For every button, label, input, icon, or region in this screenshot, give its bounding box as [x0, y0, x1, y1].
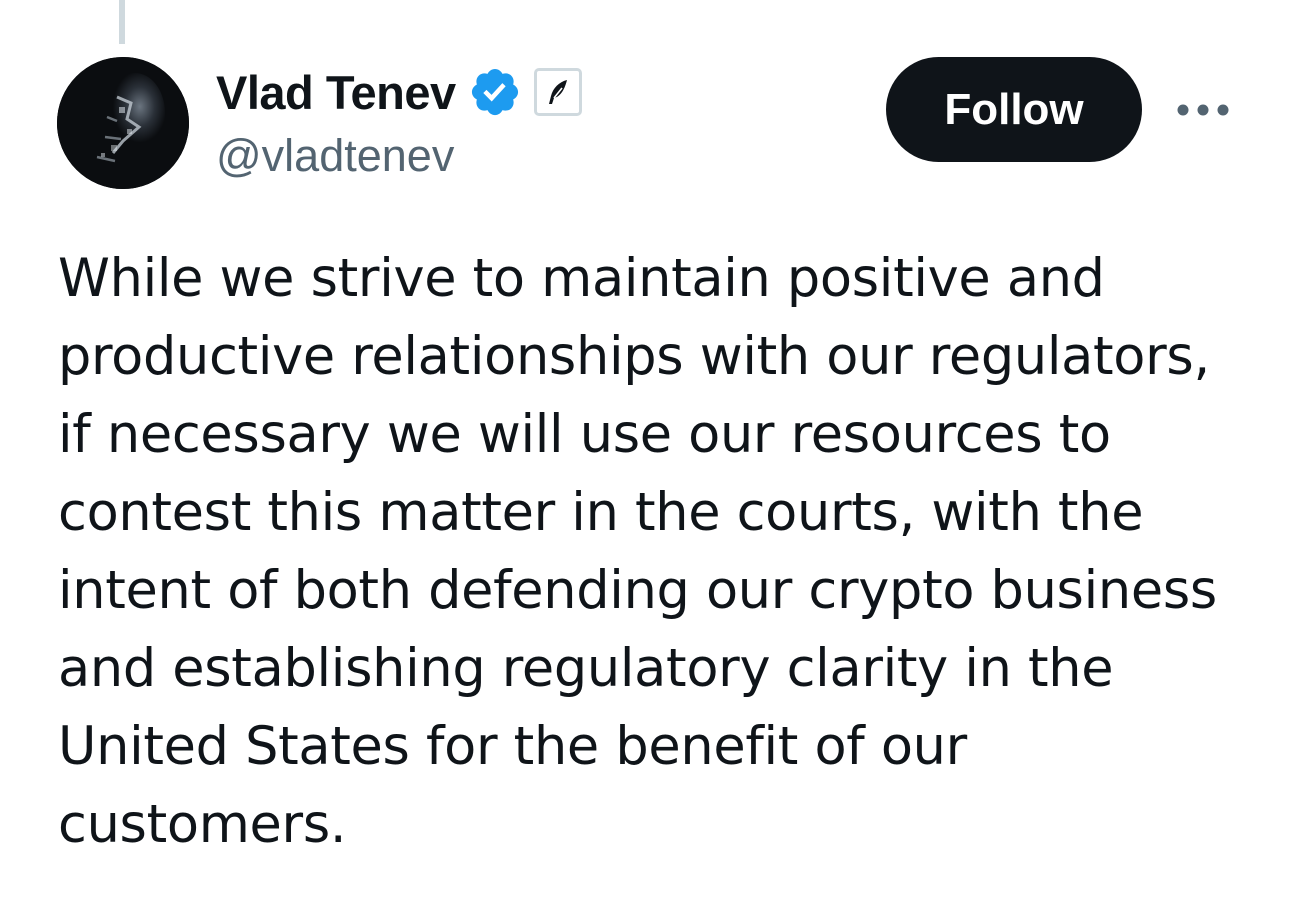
- tweet-text-line: and establishing regulatory clarity in t…: [58, 638, 1114, 699]
- author-display-name[interactable]: Vlad Tenev: [216, 65, 456, 120]
- follow-button[interactable]: Follow: [886, 57, 1142, 162]
- tweet-text-line: While we strive to maintain positive and: [58, 248, 1105, 309]
- author-handle[interactable]: @vladtenev: [216, 130, 454, 182]
- author-name-row: Vlad Tenev: [216, 62, 582, 122]
- thread-connector-line: [119, 0, 125, 44]
- tweet-text-line: productive relationships with our regula…: [58, 326, 1210, 387]
- tweet-text-line: intent of both defending our crypto busi…: [58, 560, 1217, 621]
- tweet-body: While we strive to maintain positive and…: [58, 240, 1248, 864]
- tweet-text-line: if necessary we will use our resources t…: [58, 404, 1111, 465]
- tweet-text-line: contest this matter in the courts, with …: [58, 482, 1144, 543]
- author-avatar[interactable]: [57, 57, 189, 189]
- verified-badge-icon[interactable]: [468, 65, 522, 119]
- more-options-button[interactable]: [1168, 86, 1238, 134]
- avatar-photo: [57, 57, 189, 189]
- ellipsis-icon: [1177, 104, 1229, 116]
- affiliate-badge[interactable]: [533, 68, 582, 116]
- tweet-text-line: United States for the benefit of our: [58, 716, 967, 777]
- tweet-text-line: customers.: [58, 794, 347, 855]
- robinhood-feather-icon: [548, 80, 567, 104]
